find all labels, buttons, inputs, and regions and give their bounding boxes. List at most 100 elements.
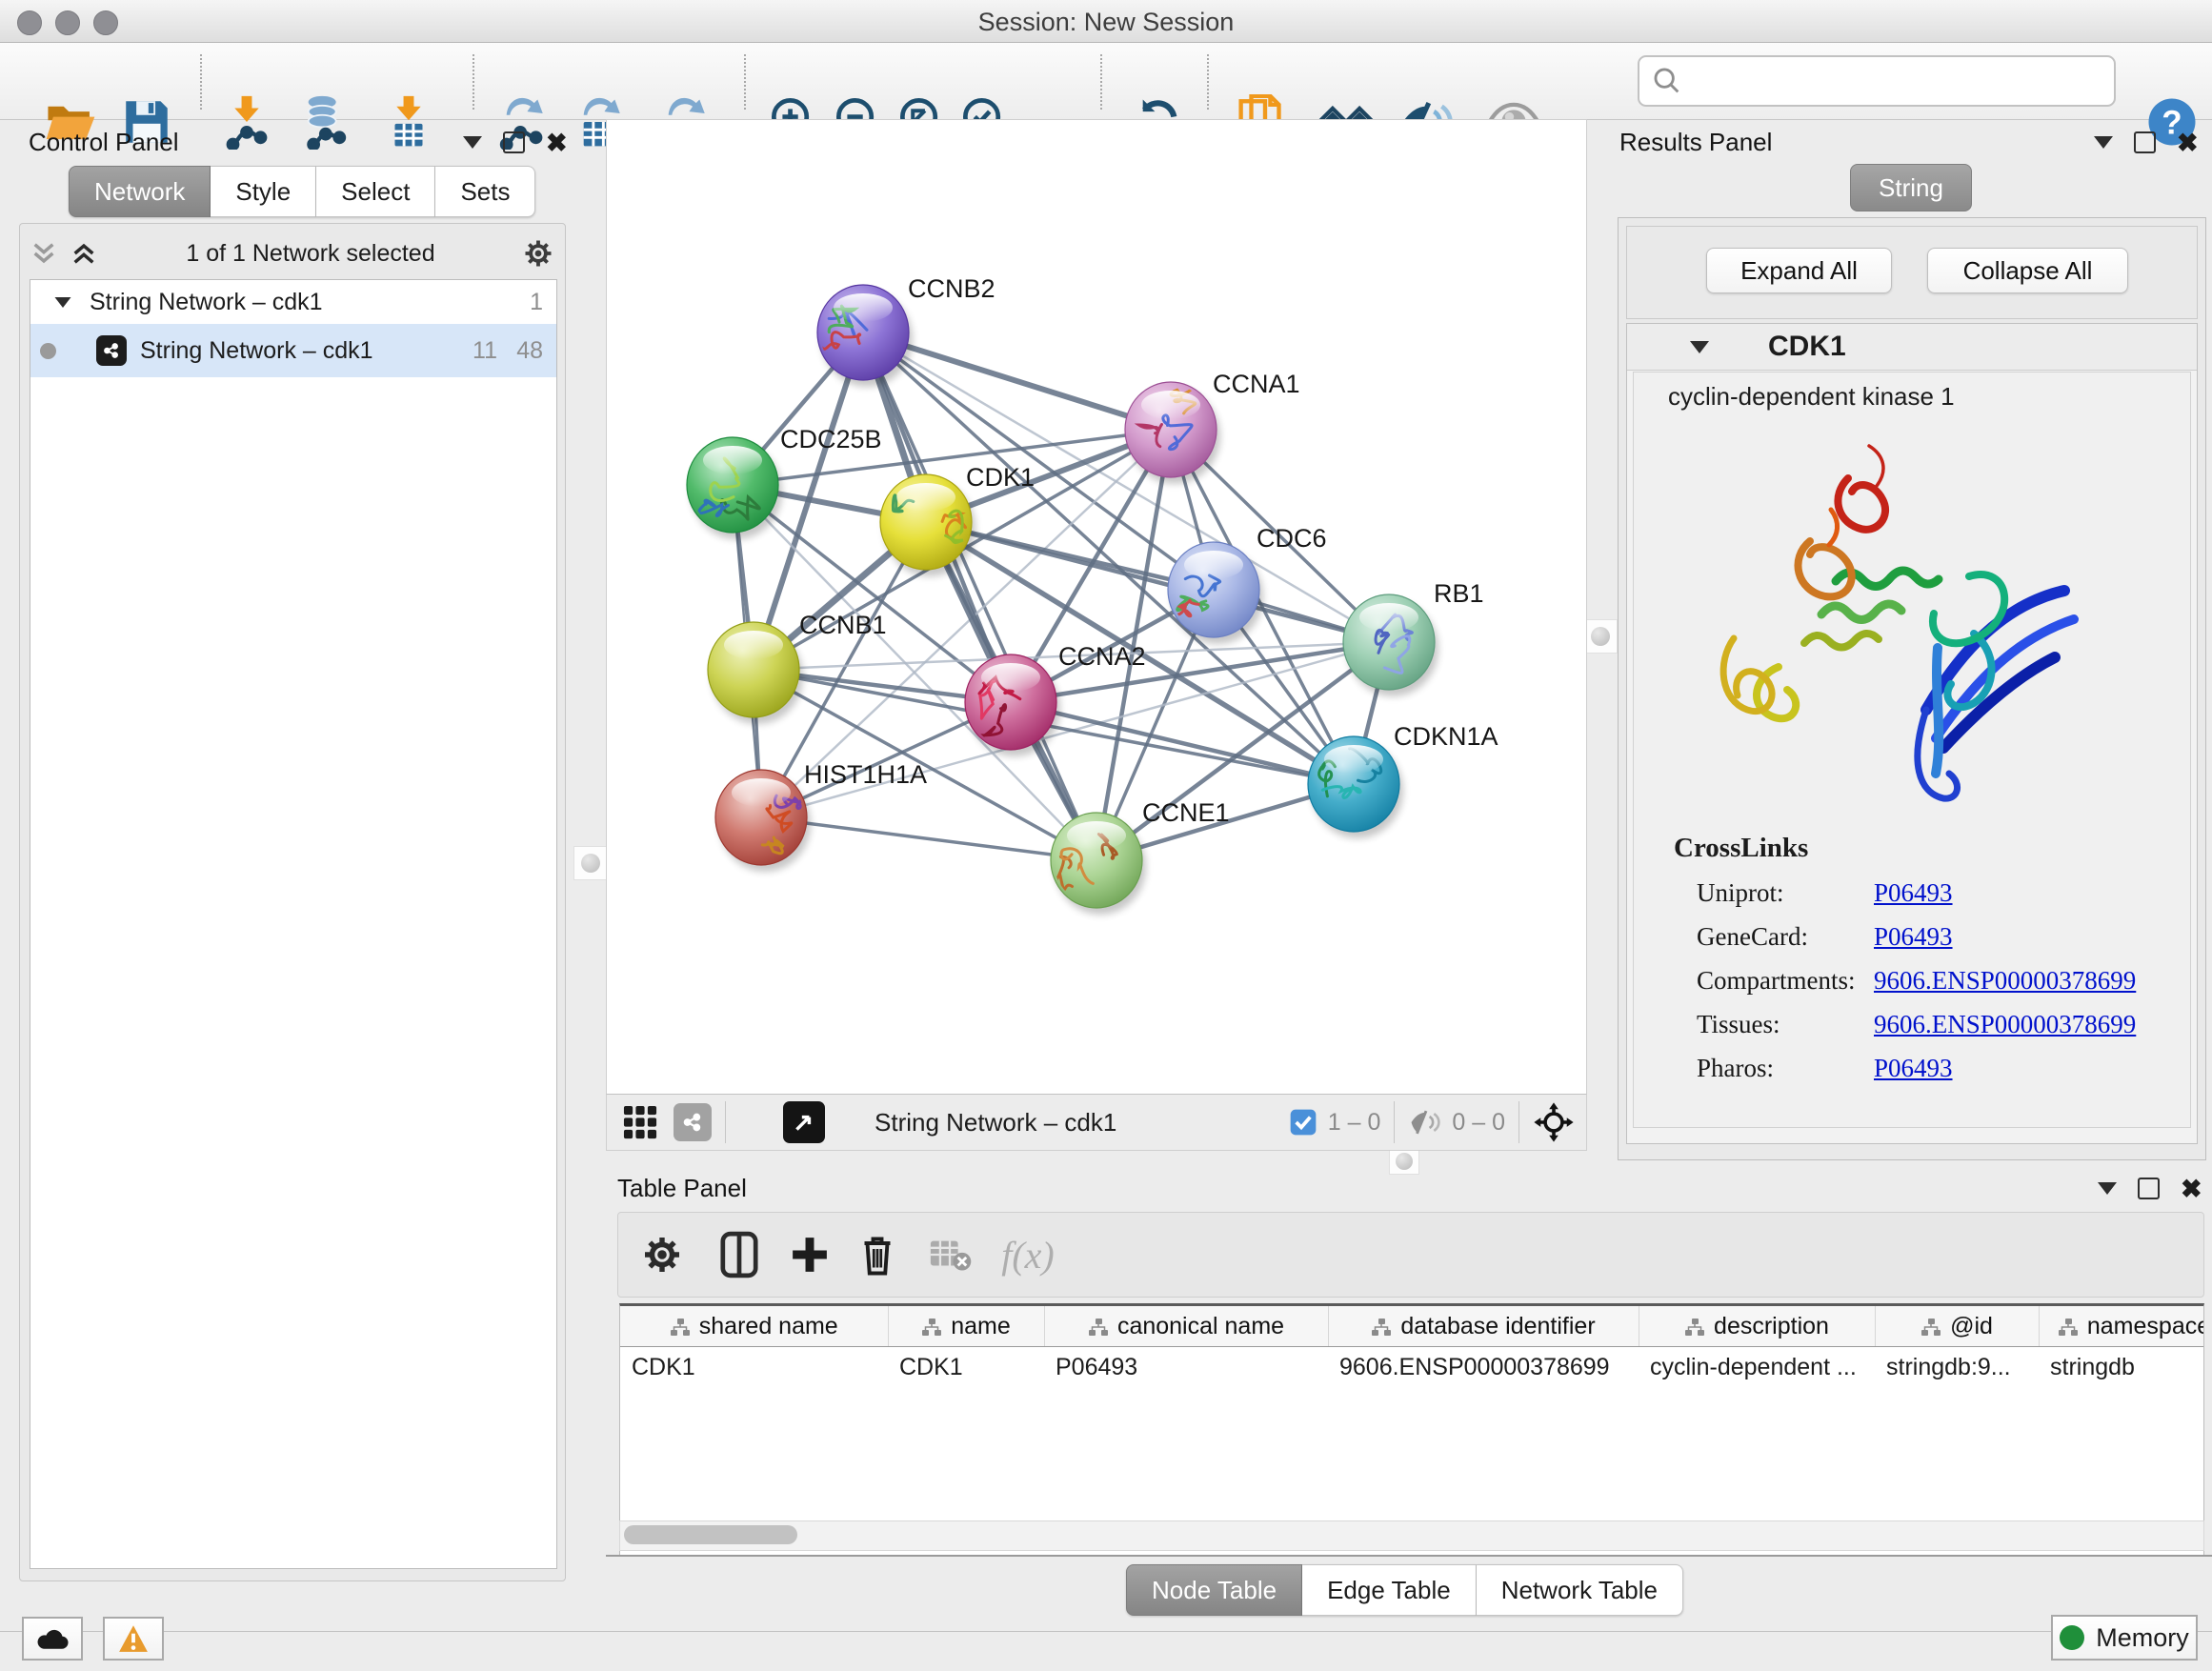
protein-card-header[interactable]: CDK1 (1627, 324, 2197, 371)
network-row-label: String Network – cdk1 (140, 337, 373, 365)
protein-collapse-icon[interactable] (1690, 341, 1709, 353)
gear-icon[interactable] (521, 236, 555, 271)
tab-network[interactable]: Network (69, 166, 211, 217)
table-horizontal-scrollbar[interactable] (619, 1520, 2204, 1551)
column-header-name[interactable]: name (888, 1306, 1044, 1347)
table-cell[interactable]: 9606.ENSP00000378699 (1328, 1347, 1639, 1388)
network-node-CCNA1[interactable] (1125, 382, 1220, 484)
table-cell[interactable]: cyclin-dependent ... (1639, 1347, 1875, 1388)
table-settings-button[interactable] (633, 1226, 691, 1283)
left-splitter-handle[interactable] (573, 846, 608, 880)
crosslink-link[interactable]: P06493 (1874, 1054, 1953, 1083)
tab-network-table[interactable]: Network Table (1477, 1564, 1683, 1616)
crosslink-link[interactable]: P06493 (1874, 922, 1953, 952)
table-cell[interactable]: stringdb:9... (1875, 1347, 2039, 1388)
show-columns-button[interactable] (711, 1226, 768, 1283)
search-field (1638, 55, 2116, 107)
trash-icon (858, 1232, 896, 1278)
results-buttons-section: Expand All Collapse All (1626, 226, 2198, 319)
column-header--id[interactable]: @id (1875, 1306, 2039, 1347)
control-panel-close-icon[interactable]: ✖ (546, 133, 568, 152)
toolbar-separator (200, 54, 202, 110)
crosslink-link[interactable]: P06493 (1874, 878, 1953, 908)
node-label-RB1: RB1 (1434, 579, 1484, 608)
collapse-all-button[interactable]: Collapse All (1927, 248, 2128, 293)
cloud-button[interactable] (22, 1617, 83, 1661)
table-row[interactable]: CDK1CDK1P064939606.ENSP00000378699cyclin… (620, 1347, 2204, 1388)
table-cell[interactable]: CDK1 (888, 1347, 1044, 1388)
node-label-CDKN1A: CDKN1A (1394, 722, 1498, 751)
crosslink-row: Tissues:9606.ENSP00000378699 (1697, 1010, 2190, 1039)
tab-node-table[interactable]: Node Table (1126, 1564, 1302, 1616)
crosslinks-heading: CrossLinks (1674, 833, 2190, 864)
toolbar-separator (473, 54, 474, 110)
network-row-selected[interactable]: String Network – cdk1 11 48 (30, 324, 556, 377)
column-header-canonical-name[interactable]: canonical name (1044, 1306, 1328, 1347)
results-panel-menu-icon[interactable] (2094, 136, 2113, 149)
search-input[interactable] (1691, 67, 2114, 95)
create-column-button[interactable] (781, 1226, 838, 1283)
birds-eye-grid-icon[interactable] (620, 1102, 660, 1142)
string-badge-icon[interactable] (674, 1103, 712, 1141)
delete-column-button[interactable] (849, 1226, 906, 1283)
scrollbar-thumb[interactable] (624, 1525, 797, 1544)
expand-all-button[interactable]: Expand All (1706, 248, 1892, 293)
tab-style[interactable]: Style (211, 166, 316, 217)
results-tab-string[interactable]: String (1850, 164, 1972, 211)
search-icon (1651, 65, 1683, 97)
column-header-namespace[interactable]: namespace (2039, 1306, 2204, 1347)
results-panel-controls: ✖ (2094, 131, 2199, 153)
table-cell[interactable]: P06493 (1044, 1347, 1328, 1388)
column-header-database-identifier[interactable]: database identifier (1328, 1306, 1639, 1347)
right-splitter-handle[interactable] (1583, 619, 1618, 654)
network-collection-row[interactable]: String Network – cdk1 1 (30, 280, 556, 324)
toolbar-separator (744, 54, 746, 110)
table-cell[interactable]: stringdb (2039, 1347, 2204, 1388)
network-node-CDC6[interactable] (1168, 542, 1263, 644)
control-panel-float-icon[interactable] (503, 131, 525, 153)
table-panel-float-icon[interactable] (2138, 1178, 2160, 1199)
network-node-CDK1[interactable] (880, 474, 975, 576)
column-header-description[interactable]: description (1639, 1306, 1875, 1347)
collection-label: String Network – cdk1 (90, 289, 323, 316)
results-panel-float-icon[interactable] (2134, 131, 2156, 153)
warnings-button[interactable] (103, 1617, 164, 1661)
control-panel-menu-icon[interactable] (463, 136, 482, 149)
table-panel-menu-icon[interactable] (2098, 1182, 2117, 1195)
network-node-CDC25B[interactable] (687, 437, 782, 539)
crosslink-row: Compartments:9606.ENSP00000378699 (1697, 966, 2190, 996)
tab-select[interactable]: Select (316, 166, 435, 217)
table-cell[interactable]: CDK1 (620, 1347, 888, 1388)
network-node-CCNA2[interactable] (965, 654, 1060, 756)
expand-all-icon[interactable] (68, 238, 100, 269)
crosslink-link[interactable]: 9606.ENSP00000378699 (1874, 1010, 2136, 1039)
collection-collapse-icon[interactable] (55, 296, 71, 307)
node-label-CDC6: CDC6 (1257, 524, 1327, 553)
selected-checkbox-icon[interactable] (1288, 1107, 1318, 1137)
tab-edge-table[interactable]: Edge Table (1302, 1564, 1477, 1616)
horizontal-splitter-handle[interactable] (1389, 1148, 1419, 1175)
fit-selected-crosshair-icon[interactable] (1533, 1101, 1575, 1143)
network-node-RB1[interactable] (1343, 594, 1438, 696)
network-node-CCNE1[interactable] (1051, 813, 1146, 915)
table-panel-close-icon[interactable]: ✖ (2181, 1179, 2202, 1198)
network-node-CDKN1A[interactable] (1308, 736, 1403, 838)
window-title: Session: New Session (0, 8, 2212, 37)
collapse-all-icon[interactable] (28, 238, 60, 269)
network-view-canvas[interactable]: CCNB2CCNA1CDC25BCDK1CDC6RB1CCNB1CCNA2CDK… (606, 119, 1587, 1095)
tab-sets[interactable]: Sets (435, 166, 535, 217)
crosslink-link[interactable]: 9606.ENSP00000378699 (1874, 966, 2136, 996)
network-edge-count: 48 (516, 337, 543, 365)
open-in-new-icon[interactable] (783, 1101, 825, 1143)
memory-label: Memory (2096, 1623, 2189, 1653)
column-header-shared-name[interactable]: shared name (620, 1306, 888, 1347)
results-panel-close-icon[interactable]: ✖ (2177, 133, 2199, 152)
node-label-CDC25B: CDC25B (780, 425, 882, 453)
protein-result-card: CDK1 cyclin-dependent kinase 1 (1626, 323, 2198, 1144)
columns-icon (717, 1231, 761, 1278)
memory-button[interactable]: Memory (2051, 1615, 2198, 1661)
node-label-CCNB2: CCNB2 (908, 274, 995, 303)
protein-description: cyclin-dependent kinase 1 (1668, 382, 2190, 412)
node-label-CCNE1: CCNE1 (1142, 798, 1230, 827)
node-label-CDK1: CDK1 (966, 463, 1035, 492)
